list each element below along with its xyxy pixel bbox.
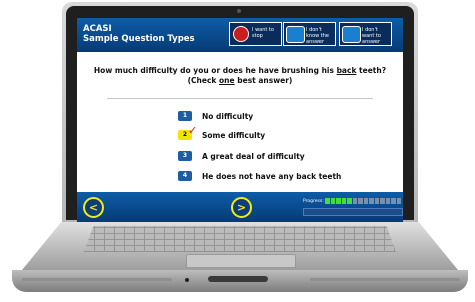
dont-want-button[interactable]: I don't want to answer: [339, 22, 392, 46]
webcam: [237, 9, 241, 13]
question-line1-suffix: teeth?: [356, 66, 387, 75]
answer-number-badge[interactable]: 4: [178, 171, 192, 181]
stop-icon: [233, 26, 249, 42]
back-button[interactable]: <: [83, 197, 104, 218]
progress-segment: [374, 198, 379, 204]
back-arrow-icon: <: [88, 201, 99, 214]
app-screen: ACASI Sample Question Types I want to st…: [77, 18, 403, 222]
progress-segment: [330, 198, 335, 204]
progress-segment: [325, 198, 330, 204]
answer-label[interactable]: A great deal of difficulty: [202, 152, 305, 161]
progress-segment: [391, 198, 396, 204]
power-led: [185, 278, 189, 282]
progress-segment: [396, 198, 401, 204]
answer-label[interactable]: Some difficulty: [202, 131, 265, 140]
progress-label: Progress:: [303, 199, 324, 204]
progress-segment: [385, 198, 390, 204]
keyboard: [84, 226, 396, 252]
app-footer: < > Progress:: [77, 192, 403, 222]
answer-label[interactable]: No difficulty: [202, 112, 253, 121]
progress-secondary-bar: [303, 208, 403, 216]
answer-option-1[interactable]: 1 No difficulty: [178, 110, 253, 122]
question-line1-emphasis: back: [336, 66, 357, 75]
progress-bar: [325, 198, 401, 204]
answer-option-2[interactable]: 2 ✓ Some difficulty: [178, 125, 265, 141]
next-arrow-icon: >: [236, 201, 247, 214]
laptop-vent-right: [310, 278, 460, 281]
question-divider: [107, 98, 373, 99]
question-line2: (Check one best answer): [77, 76, 403, 86]
question-line2-emphasis: one: [219, 76, 235, 85]
app-header: ACASI Sample Question Types I want to st…: [77, 18, 403, 52]
stop-button[interactable]: I want to stop: [229, 22, 282, 46]
stop-button-label: I want to stop: [252, 27, 274, 39]
next-button[interactable]: >: [231, 197, 252, 218]
laptop-vent-left: [22, 278, 172, 281]
touchpad: [186, 254, 296, 268]
answer-option-4[interactable]: 4 He does not have any back teeth: [178, 170, 341, 182]
answer-number-badge[interactable]: 1: [178, 111, 192, 121]
answer-number-badge[interactable]: 3: [178, 151, 192, 161]
progress-segment: [336, 198, 341, 204]
laptop-latch: [208, 276, 268, 282]
progress-segment: [380, 198, 385, 204]
question-line2-prefix: (Check: [187, 76, 220, 85]
progress-segment: [363, 198, 368, 204]
progress-segment: [347, 198, 352, 204]
question-line1: How much difficulty do you or does he ha…: [77, 66, 403, 76]
question-text: How much difficulty do you or does he ha…: [77, 66, 403, 86]
question-line1-prefix: How much difficulty do you or does he ha…: [93, 66, 337, 75]
app-title-line2: Sample Question Types: [83, 34, 195, 44]
dont-know-icon: [286, 26, 305, 43]
question-line2-suffix: best answer): [234, 76, 293, 85]
dont-want-button-label: I don't want to answer: [362, 27, 381, 45]
progress-segment: [352, 198, 357, 204]
dont-know-button[interactable]: I don't know the answer: [283, 22, 336, 46]
progress-segment: [358, 198, 363, 204]
answer-number: 2: [182, 131, 188, 138]
answer-number-badge-selected[interactable]: 2 ✓: [178, 125, 197, 140]
answer-label[interactable]: He does not have any back teeth: [202, 172, 341, 181]
dont-want-icon: [342, 26, 361, 43]
checkmark-icon: ✓: [188, 124, 198, 137]
progress-segment: [369, 198, 374, 204]
app-title: ACASI Sample Question Types: [83, 24, 195, 44]
answer-option-3[interactable]: 3 A great deal of difficulty: [178, 150, 305, 162]
progress-segment: [341, 198, 346, 204]
dont-know-button-label: I don't know the answer: [306, 27, 330, 45]
app-title-line1: ACASI: [83, 24, 112, 34]
